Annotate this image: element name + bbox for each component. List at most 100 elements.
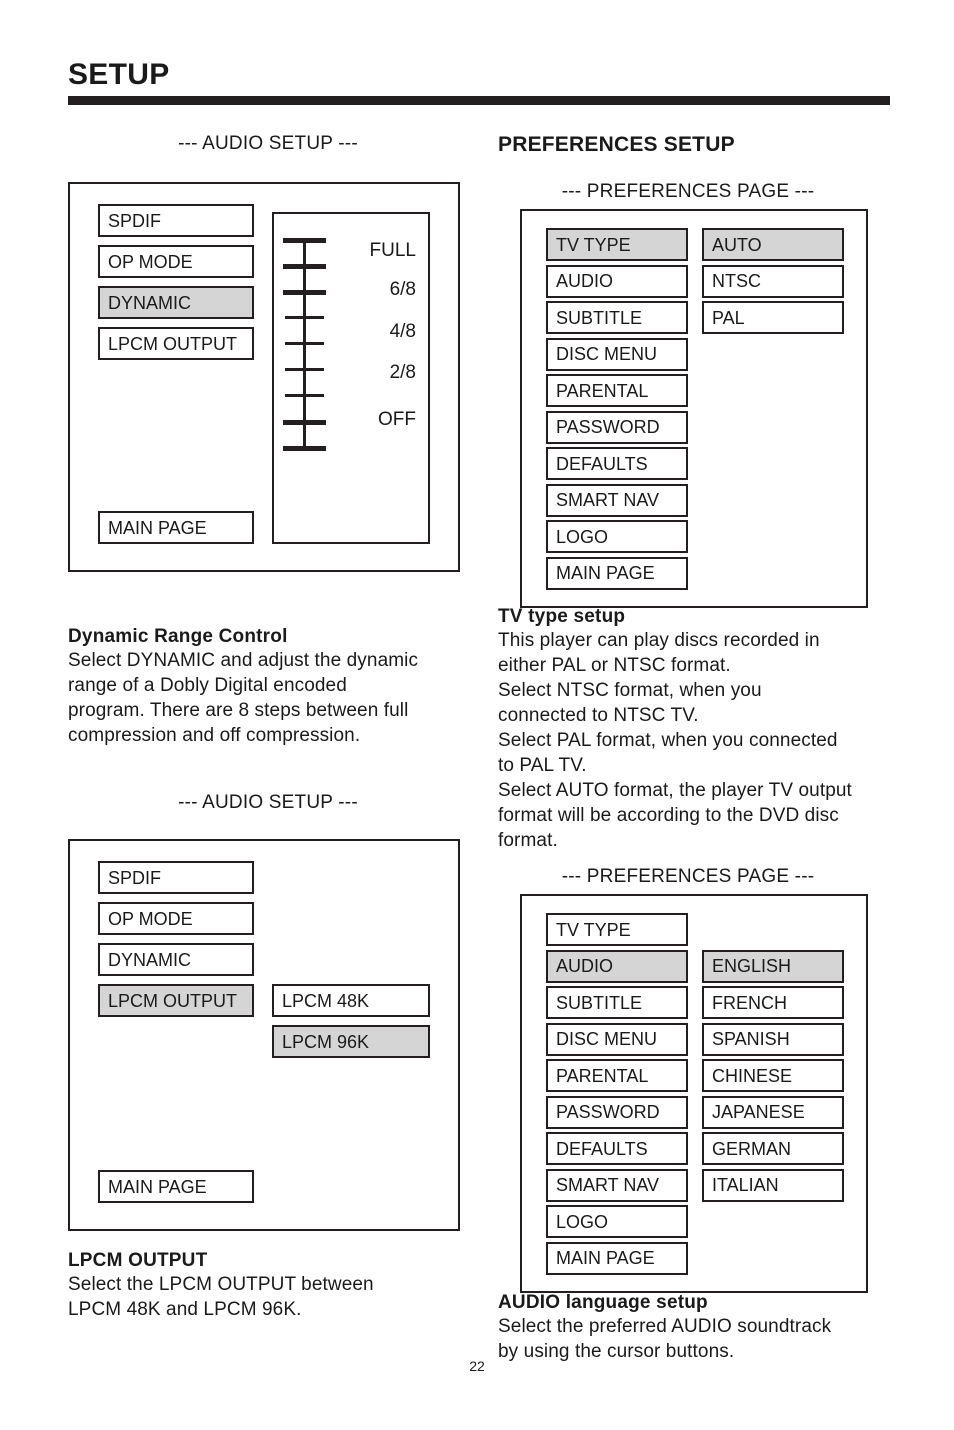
audio-setup-1-caption: --- AUDIO SETUP ---	[178, 133, 358, 154]
prefs2-menu-item-tv-type-label: TV TYPE	[556, 919, 631, 940]
page-number: 22	[469, 1358, 485, 1374]
prefs1-menu-item-defaults[interactable]: DEFAULTS	[546, 447, 688, 480]
prefs1-menu-item-password[interactable]: PASSWORD	[546, 410, 688, 444]
prefs2-option-japanese[interactable]: JAPANESE	[702, 1095, 844, 1129]
body-line: Select DYNAMIC and adjust the dynamic	[68, 650, 419, 671]
scale-tick-major	[283, 420, 326, 425]
prefs2-menu-item-logo[interactable]: LOGO	[546, 1205, 688, 1238]
prefs2-menu-item-subtitle[interactable]: SUBTITLE	[546, 986, 688, 1019]
lpcm-option-lpcm-96k[interactable]: LPCM 96K	[272, 1025, 430, 1058]
prefs1-menu-item-main-page[interactable]: MAIN PAGE	[546, 556, 688, 590]
prefs2-menu-item-password[interactable]: PASSWORD	[546, 1095, 688, 1129]
body-line: either PAL or NTSC format.	[498, 655, 731, 676]
body-line: LPCM 48K and LPCM 96K.	[68, 1299, 302, 1320]
audio-setup-2-panel: SPDIF OP MODE DYNAMIC LPCM OUTPUT LPCM 48K LP…	[68, 839, 460, 1231]
prefs2-option-german[interactable]: GERMAN	[702, 1132, 844, 1165]
prefs1-option-auto-label: AUTO	[712, 234, 762, 255]
audio-setup-2-inner: SPDIF OP MODE DYNAMIC LPCM OUTPUT LPCM 48K LP…	[70, 841, 458, 1229]
prefs1-menu-item-subtitle-label: SUBTITLE	[556, 307, 643, 328]
body-line: format.	[498, 830, 558, 851]
prefs1-option-auto[interactable]: AUTO	[702, 228, 844, 261]
prefs-page-2-inner: TV TYPE AUDIO SUBTITLE DISC MENU PARENTAL PAS…	[522, 896, 866, 1291]
audio1-menu-item-lpcm-output-label: LPCM OUTPUT	[108, 333, 238, 354]
audio1-menu-item-spdif[interactable]: SPDIF	[98, 204, 254, 237]
prefs2-menu-item-audio-label: AUDIO	[556, 956, 614, 976]
lpcm-option-lpcm-48k-label: LPCM 48K	[282, 990, 370, 1011]
prefs2-menu-item-parental[interactable]: PARENTAL	[546, 1059, 688, 1092]
scale-tick-major	[283, 264, 326, 269]
prefs1-menu-item-subtitle[interactable]: SUBTITLE	[546, 301, 688, 334]
prefs1-option-ntsc[interactable]: NTSC	[702, 264, 844, 298]
prefs2-menu-item-main-page[interactable]: MAIN PAGE	[546, 1241, 688, 1275]
prefs2-menu-item-defaults[interactable]: DEFAULTS	[546, 1132, 688, 1165]
prefs2-option-spanish[interactable]: SPANISH	[702, 1022, 844, 1056]
audio2-menu-item-lpcm-output-label: LPCM OUTPUT	[108, 990, 238, 1011]
audio2-menu-item-op-mode[interactable]: OP MODE	[98, 902, 254, 935]
scale-tick-major	[283, 446, 326, 451]
audio2-menu-item-lpcm-output[interactable]: LPCM OUTPUT	[98, 984, 254, 1017]
audio2-main-page-button[interactable]: MAIN PAGE	[98, 1170, 254, 1203]
prefs2-option-french[interactable]: FRENCH	[702, 986, 844, 1019]
prefs2-menu-item-disc-menu[interactable]: DISC MENU	[546, 1022, 688, 1056]
prefs1-menu-item-logo[interactable]: LOGO	[546, 520, 688, 553]
scale-label-4-8: 4/8	[389, 320, 416, 342]
prefs2-menu-item-audio[interactable]: AUDIO	[546, 949, 688, 983]
audio2-menu-item-op-mode-label: OP MODE	[108, 908, 193, 929]
prefs2-option-german-label: GERMAN	[712, 1138, 792, 1159]
prefs2-option-chinese-label: CHINESE	[712, 1065, 793, 1086]
scale-tick-major	[283, 238, 326, 243]
body-line: Select NTSC format, when you	[498, 680, 762, 701]
body-line: compression and off compression.	[68, 725, 361, 746]
prefs2-menu-item-subtitle-label: SUBTITLE	[556, 992, 643, 1013]
audio-setup-1-inner: SPDIF OP MODE DYNAMIC LPCM OUTPUT MAIN PAGE F…	[70, 184, 458, 570]
lpcm-output-body: Select the LPCM OUTPUT between LPCM 48K a…	[68, 1272, 468, 1322]
audio1-main-page-button[interactable]: MAIN PAGE	[98, 511, 254, 544]
prefs2-menu-item-tv-type[interactable]: TV TYPE	[546, 913, 688, 946]
audio1-menu-item-op-mode[interactable]: OP MODE	[98, 245, 254, 278]
prefs2-menu-item-smart-nav[interactable]: SMART NAV	[546, 1168, 688, 1202]
prefs-page-1-caption: --- PREFERENCES PAGE ---	[561, 181, 815, 202]
audio1-menu-item-dynamic[interactable]: DYNAMIC	[98, 286, 254, 319]
prefs1-menu-item-smart-nav-label: SMART NAV	[556, 490, 660, 510]
prefs1-menu-item-audio[interactable]: AUDIO	[546, 264, 688, 298]
body-line: This player can play discs recorded in	[498, 630, 820, 651]
body-line: connected to NTSC TV.	[498, 705, 699, 726]
prefs1-option-pal-label: PAL	[712, 307, 745, 328]
prefs2-option-italian-label: ITALIAN	[712, 1175, 779, 1195]
scale-label-full: FULL	[369, 240, 416, 261]
body-line: Select the preferred AUDIO soundtrack	[498, 1316, 832, 1337]
audio-language-heading: AUDIO language setup	[498, 1292, 708, 1313]
lpcm-option-lpcm-48k[interactable]: LPCM 48K	[272, 984, 430, 1017]
prefs1-menu-item-tv-type-label: TV TYPE	[556, 234, 631, 255]
audio1-main-page-button-label: MAIN PAGE	[108, 517, 207, 538]
prefs-page-1-inner: TV TYPE AUDIO SUBTITLE DISC MENU PARENTAL PAS…	[522, 211, 866, 606]
audio2-menu-item-spdif[interactable]: SPDIF	[98, 861, 254, 894]
prefs1-menu-item-tv-type[interactable]: TV TYPE	[546, 228, 688, 261]
prefs1-menu-item-disc-menu[interactable]: DISC MENU	[546, 337, 688, 371]
scale-tick-minor	[285, 342, 324, 345]
prefs2-option-chinese[interactable]: CHINESE	[702, 1059, 844, 1092]
prefs1-menu-item-smart-nav[interactable]: SMART NAV	[546, 483, 688, 517]
dynamic-range-scale-box[interactable]: FULL 6/8 4/8 2/8 OFF	[272, 212, 430, 544]
prefs2-option-english[interactable]: ENGLISH	[702, 949, 844, 983]
header-rule	[68, 96, 890, 105]
prefs2-menu-item-smart-nav-label: SMART NAV	[556, 1175, 660, 1195]
prefs1-menu-item-password-label: PASSWORD	[556, 417, 660, 437]
body-line: format will be according to the DVD disc	[498, 805, 839, 826]
audio2-menu-item-dynamic[interactable]: DYNAMIC	[98, 943, 254, 976]
audio1-menu-item-lpcm-output[interactable]: LPCM OUTPUT	[98, 327, 254, 360]
body-line: Select the LPCM OUTPUT between	[68, 1274, 374, 1295]
prefs2-menu-item-logo-label: LOGO	[556, 1211, 609, 1232]
body-line: Select AUTO format, the player TV output	[498, 780, 852, 801]
prefs2-option-french-label: FRENCH	[712, 992, 787, 1013]
scale-tick-major	[283, 290, 326, 295]
lpcm-option-lpcm-96k-label: LPCM 96K	[282, 1031, 370, 1052]
audio-setup-2-caption: --- AUDIO SETUP ---	[178, 792, 358, 813]
body-line: to PAL TV.	[498, 755, 587, 776]
lpcm-output-block: LPCM OUTPUT Select the LPCM OUTPUT betwe…	[68, 1250, 468, 1322]
prefs1-menu-item-parental[interactable]: PARENTAL	[546, 374, 688, 407]
tv-type-setup-body: This player can play discs recorded in ei…	[498, 628, 894, 853]
prefs1-option-pal[interactable]: PAL	[702, 301, 844, 334]
prefs2-option-italian[interactable]: ITALIAN	[702, 1168, 844, 1202]
prefs2-menu-item-defaults-label: DEFAULTS	[556, 1138, 648, 1159]
